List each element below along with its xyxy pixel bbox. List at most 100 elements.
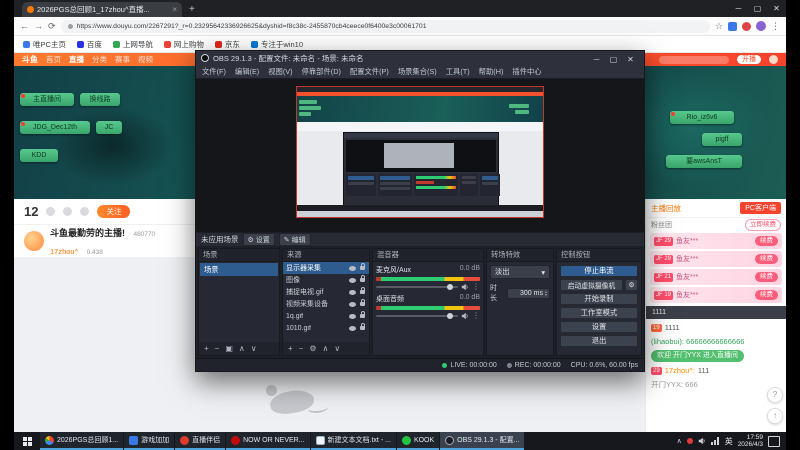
- exit-button[interactable]: 退出: [560, 335, 638, 347]
- fan-renew-button[interactable]: 续费: [755, 290, 778, 300]
- customer-service-button[interactable]: ?: [767, 387, 783, 403]
- browser-menu-icon[interactable]: ⋮: [771, 21, 780, 32]
- start-recording-button[interactable]: 开始录制: [560, 293, 638, 305]
- obs-minimize-icon[interactable]: ─: [588, 55, 605, 64]
- bookmark-item[interactable]: 专注于win10: [250, 39, 303, 50]
- menu-tools[interactable]: 工具(T): [446, 67, 470, 77]
- remove-scene-icon[interactable]: −: [215, 344, 220, 353]
- visibility-eye-icon[interactable]: [349, 301, 356, 307]
- fan-renew-button[interactable]: 续费: [755, 236, 778, 246]
- room-pill[interactable]: 要awsAnsT: [666, 155, 742, 168]
- obs-maximize-icon[interactable]: ▢: [605, 55, 622, 64]
- scene-item-selected[interactable]: 场景: [200, 263, 278, 276]
- bookmark-star-icon[interactable]: ☆: [715, 21, 723, 32]
- volume-slider[interactable]: [376, 284, 458, 290]
- source-properties-icon[interactable]: ⚙: [309, 344, 316, 353]
- menu-profile[interactable]: 配置文件(P): [350, 67, 389, 77]
- fan-row[interactable]: JF 21 鱼友*** 续费: [650, 269, 782, 285]
- source-item[interactable]: 视频采集设备: [283, 298, 369, 310]
- room-pill[interactable]: KDD: [20, 149, 58, 162]
- chat-username[interactable]: 17zhou^:: [665, 365, 695, 376]
- sources-dock-title[interactable]: 来源: [283, 249, 369, 262]
- tray-speaker-icon[interactable]: [698, 437, 706, 445]
- taskbar-item-browser[interactable]: 2026PGS总回顾1...: [40, 432, 124, 450]
- taskbar-item-gamepp[interactable]: 游戏加加: [124, 432, 175, 450]
- move-source-down-icon[interactable]: ∨: [334, 344, 340, 353]
- fan-row[interactable]: JF 29 鱼友*** 续费: [650, 233, 782, 249]
- menu-edit[interactable]: 编辑(E): [235, 67, 259, 77]
- bookmark-item[interactable]: 百度: [76, 39, 102, 50]
- tray-expand-icon[interactable]: ∧: [677, 437, 682, 445]
- forward-icon[interactable]: →: [34, 21, 43, 31]
- nav-esports[interactable]: 赛事: [115, 54, 130, 65]
- header-search-input[interactable]: [659, 55, 729, 64]
- bookmark-item[interactable]: 网上购物: [163, 39, 204, 50]
- room-pill[interactable]: JDG_Dec12th: [20, 121, 90, 134]
- window-minimize-icon[interactable]: ─: [729, 4, 748, 13]
- user-avatar[interactable]: [769, 55, 778, 64]
- studio-mode-button[interactable]: 工作室模式: [560, 307, 638, 319]
- reload-icon[interactable]: ⟳: [48, 21, 56, 32]
- nav-home[interactable]: 首页: [46, 54, 61, 65]
- tray-notification-icon[interactable]: [686, 438, 693, 444]
- nav-video[interactable]: 视频: [138, 54, 153, 65]
- speaker-icon[interactable]: [461, 312, 469, 320]
- scenes-dock-title[interactable]: 场景: [199, 249, 279, 262]
- volume-slider[interactable]: [376, 313, 458, 319]
- channel-options-icon[interactable]: ⋮: [472, 283, 480, 291]
- bookmark-item[interactable]: 上网导航: [112, 39, 153, 50]
- pc-client-button[interactable]: PC客户端: [740, 202, 781, 214]
- move-scene-down-icon[interactable]: ∨: [251, 344, 257, 353]
- lock-icon[interactable]: [360, 299, 365, 306]
- duration-spinner[interactable]: 300 ms ▴ ▾: [506, 287, 550, 299]
- scene-filters-icon[interactable]: ▣: [225, 344, 233, 353]
- slider-knob[interactable]: [447, 313, 454, 319]
- room-pill[interactable]: 主直播间: [20, 93, 74, 106]
- chat-message-list[interactable]: 19 1111 (lihaobui): 66666666666666 欢迎 开门…: [646, 319, 786, 432]
- visibility-eye-icon[interactable]: [349, 289, 356, 295]
- menu-file[interactable]: 文件(F): [202, 67, 226, 77]
- room-pill[interactable]: pigff: [702, 133, 742, 146]
- visibility-eye-icon[interactable]: [349, 313, 356, 319]
- taskbar-item-notepad[interactable]: 新建文本文档.txt - ...: [310, 432, 396, 450]
- slider-knob[interactable]: [447, 284, 454, 290]
- transitions-dock-title[interactable]: 转场特效: [487, 249, 553, 262]
- fan-row[interactable]: JF 19 鱼友*** 续费: [650, 287, 782, 303]
- lock-icon[interactable]: [360, 311, 365, 318]
- nav-live[interactable]: 直播: [69, 54, 84, 65]
- add-scene-icon[interactable]: +: [204, 344, 209, 353]
- obs-preview-canvas[interactable]: [196, 79, 644, 232]
- start-button[interactable]: [14, 432, 40, 450]
- obs-titlebar[interactable]: OBS 29.1.3 - 配置文件: 未命名 - 场景: 未命名 ─ ▢ ✕: [196, 51, 644, 65]
- menu-plugin-center[interactable]: 插件中心: [512, 67, 541, 77]
- tab-close-icon[interactable]: ×: [172, 5, 177, 14]
- window-close-icon[interactable]: ✕: [767, 4, 786, 13]
- mixer-dock-title[interactable]: 混音器: [373, 249, 483, 262]
- taskbar-clock[interactable]: 17:59 2026/4/3: [738, 434, 763, 449]
- source-item[interactable]: 1q.gif: [283, 310, 369, 322]
- taskbar-item-music[interactable]: NOW OR NEVER...: [226, 432, 310, 450]
- bookmark-item[interactable]: 京东: [214, 39, 240, 50]
- browser-tab-active[interactable]: 2026PGS总回顾1_17zhou^直播... ×: [22, 2, 182, 17]
- back-icon[interactable]: ←: [20, 21, 29, 31]
- add-source-icon[interactable]: +: [288, 344, 293, 353]
- lock-icon[interactable]: [360, 287, 365, 294]
- replay-link[interactable]: 主播回放: [651, 203, 681, 214]
- menu-docks[interactable]: 停靠部件(D): [302, 67, 341, 77]
- action-center-icon[interactable]: [768, 435, 780, 447]
- fan-row[interactable]: JF 29 鱼友*** 续费: [650, 251, 782, 267]
- back-to-top-button[interactable]: ↑: [767, 408, 783, 424]
- gift-icon[interactable]: [46, 207, 56, 216]
- follow-button[interactable]: 关注: [97, 205, 131, 218]
- go-live-button[interactable]: 开播: [737, 55, 761, 64]
- menu-view[interactable]: 视图(V): [268, 67, 292, 77]
- fan-renew-button[interactable]: 续费: [755, 254, 778, 264]
- new-tab-button[interactable]: +: [189, 4, 195, 15]
- ime-indicator[interactable]: 英: [725, 436, 733, 447]
- window-maximize-icon[interactable]: ▢: [748, 4, 767, 13]
- settings-button[interactable]: 设置: [560, 321, 638, 333]
- source-item[interactable]: 捕捉电视.gif: [283, 286, 369, 298]
- virtual-camera-settings-icon[interactable]: ⚙: [625, 279, 638, 291]
- visibility-eye-icon[interactable]: [349, 265, 356, 271]
- more-icon[interactable]: [80, 207, 90, 216]
